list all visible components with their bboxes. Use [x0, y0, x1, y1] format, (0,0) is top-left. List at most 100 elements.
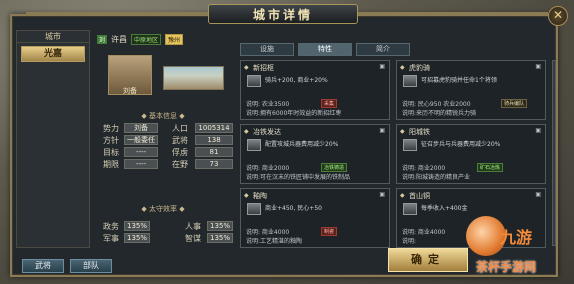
trait-card-grid: ◆ 新招枢 ▣ 骑兵+200, 商业+20% 说明: 农业3500 采集 说明:…	[240, 60, 552, 248]
card-title: 釉陶	[253, 192, 267, 200]
trait-card[interactable]: ◆ 阳城铁 ▣ 征召步兵与兵器费用减少20% 说明: 商业2000 矿石冶炼 说…	[396, 124, 546, 184]
card-effect: 骑兵+200, 商业+20%	[265, 77, 328, 84]
card-description: 说明:可在汉末的铁匠铺中发展的铁制品	[246, 174, 351, 181]
confirm-button[interactable]: 确定	[388, 248, 468, 272]
tab-facilities[interactable]: 设施	[240, 43, 294, 56]
watermark-text: 九游	[500, 228, 533, 247]
card-menu-icon[interactable]: ▣	[535, 127, 541, 134]
city-sidebar: 城市 光嘉	[16, 30, 90, 248]
card-description: 说明:工艺精湛的釉陶	[246, 238, 303, 245]
trait-icon	[403, 203, 417, 215]
trait-icon	[403, 75, 417, 87]
card-marker: ◆	[400, 192, 405, 199]
eff-label-strategy: 智谋	[185, 234, 201, 243]
stat-label-captives: 俘虏	[172, 148, 188, 157]
card-badge: 骑兵编队	[501, 99, 528, 108]
card-requirement: 说明: 民心950 农业2000	[402, 101, 471, 108]
stat-unaffiliated: 73	[195, 159, 233, 169]
stat-population: 1005314	[195, 123, 233, 133]
trait-card[interactable]: ◆ 釉陶 ▣ 商业+450, 民心+50 说明: 商业4000 制瓷 说明:工艺…	[240, 188, 390, 248]
card-menu-icon[interactable]: ▣	[535, 191, 541, 198]
card-title: 阳城铁	[409, 128, 430, 136]
window-title: 城市详情	[208, 4, 358, 24]
stat-label-target: 目标	[103, 148, 119, 157]
card-requirement: 说明: 农业3500	[246, 101, 290, 108]
card-marker: ◆	[244, 64, 249, 71]
card-badge: 采集	[321, 99, 338, 108]
sidebar-header: 城市	[17, 31, 89, 43]
eff-admin: 135%	[124, 221, 150, 231]
card-description: 说明:	[402, 238, 417, 245]
eff-label-military: 军事	[103, 234, 119, 243]
card-menu-icon[interactable]: ▣	[379, 191, 385, 198]
prefect-efficiency-title: ◆ 太守效率 ◆	[141, 205, 185, 213]
card-effect: 配置攻城兵器费用减少20%	[265, 141, 339, 148]
faction-flag: 刘	[97, 34, 108, 44]
city-name: 许昌	[111, 34, 128, 44]
trait-icon	[247, 203, 261, 215]
card-badge: 矿石冶炼	[477, 163, 504, 172]
card-description: 说明:拥有6000年时效益的新招红枣	[246, 110, 342, 117]
card-badge: 制瓷	[321, 227, 338, 236]
card-title: 首山铜	[409, 192, 430, 200]
city-image	[163, 66, 224, 90]
card-marker: ◆	[244, 192, 249, 199]
card-requirement: 说明: 商业2000	[246, 165, 290, 172]
trait-icon	[247, 139, 261, 151]
stat-label-faction: 势力	[103, 124, 119, 133]
tab-traits[interactable]: 特性	[298, 43, 352, 56]
card-effect: 每季收入+400金	[421, 205, 468, 212]
stat-label-policy: 方针	[103, 136, 119, 145]
card-title: 新招枢	[253, 64, 274, 72]
close-button[interactable]: ✕	[548, 6, 568, 26]
card-marker: ◆	[400, 64, 405, 71]
province-tag: 豫州	[165, 33, 184, 45]
card-description: 说明:阳城铸造的精良产业	[402, 174, 471, 181]
tab-intro[interactable]: 简介	[356, 43, 410, 56]
stat-generals: 138	[195, 135, 233, 145]
card-effect: 商业+450, 民心+50	[265, 205, 322, 212]
card-scrollbar[interactable]	[552, 60, 556, 246]
stat-label-population: 人口	[172, 124, 188, 133]
stat-policy[interactable]: 一般委任	[124, 135, 158, 145]
card-menu-icon[interactable]: ▣	[379, 127, 385, 134]
eff-military: 135%	[124, 233, 150, 243]
card-menu-icon[interactable]: ▣	[535, 63, 541, 70]
card-requirement: 说明: 商业2000	[402, 165, 446, 172]
card-title: 冶铁发达	[253, 128, 281, 136]
region-tag: 中原地区	[131, 33, 162, 45]
card-requirement: 说明: 商业4000	[246, 229, 290, 236]
generals-button[interactable]: 武将	[22, 259, 64, 273]
card-marker: ◆	[400, 128, 405, 135]
troops-button[interactable]: 部队	[70, 259, 112, 273]
card-title: 虎豹骑	[409, 64, 430, 72]
card-effect: 可招募虎豹骑并任命1个将领	[421, 77, 497, 84]
window-title-text: 城市详情	[252, 7, 313, 22]
trait-icon	[247, 75, 261, 87]
card-requirement: 说明: 商业4000	[402, 229, 446, 236]
eff-personnel: 135%	[207, 221, 233, 231]
stat-deadline: ----	[124, 159, 158, 169]
eff-strategy: 135%	[207, 233, 233, 243]
stat-label-generals: 武将	[172, 136, 188, 145]
card-badge: 冶铁铸造	[321, 163, 348, 172]
detail-tabs: 设施 特性 简介	[240, 43, 410, 56]
stat-faction: 刘备	[124, 123, 158, 133]
card-marker: ◆	[244, 128, 249, 135]
title-ornament-left	[26, 12, 208, 14]
trait-icon	[403, 139, 417, 151]
card-description: 说明:来历不明的精锐兵力骑	[402, 110, 477, 117]
title-ornament-right	[358, 12, 548, 14]
stat-captives: 81	[195, 147, 233, 157]
eff-label-personnel: 人事	[185, 222, 201, 231]
stat-target: ----	[124, 147, 158, 157]
trait-card[interactable]: ◆ 冶铁发达 ▣ 配置攻城兵器费用减少20% 说明: 商业2000 冶铁铸造 说…	[240, 124, 390, 184]
card-effect: 征召步兵与兵器费用减少20%	[421, 141, 501, 148]
basic-info-title: ◆ 基本信息 ◆	[141, 112, 185, 120]
stat-label-unaffiliated: 在野	[172, 160, 188, 169]
trait-card[interactable]: ◆ 虎豹骑 ▣ 可招募虎豹骑并任命1个将领 说明: 民心950 农业2000 骑…	[396, 60, 546, 120]
eff-label-admin: 政务	[103, 222, 119, 231]
card-menu-icon[interactable]: ▣	[379, 63, 385, 70]
sidebar-city-tab[interactable]: 光嘉	[21, 46, 85, 62]
trait-card[interactable]: ◆ 新招枢 ▣ 骑兵+200, 商业+20% 说明: 农业3500 采集 说明:…	[240, 60, 390, 120]
